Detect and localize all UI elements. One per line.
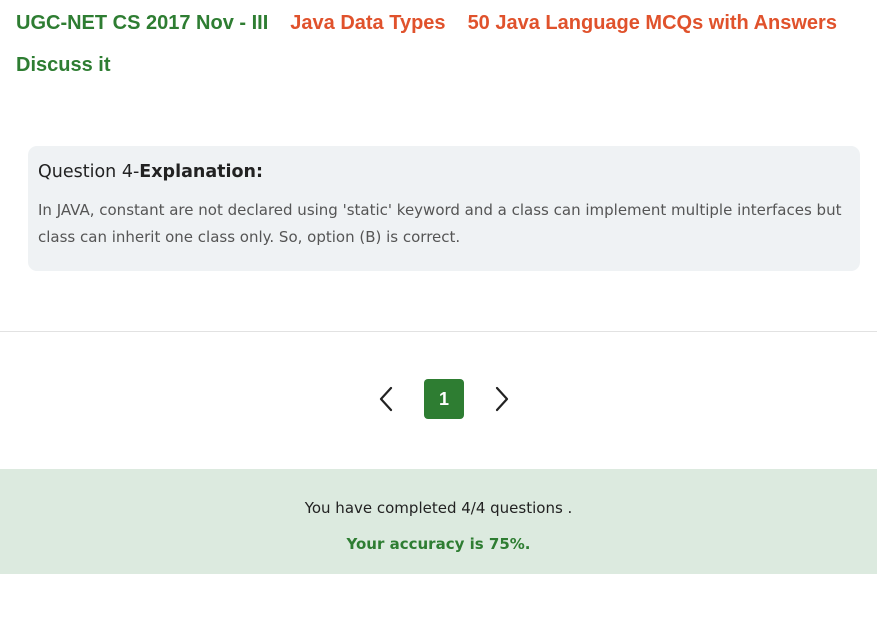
completed-text: You have completed 4/4 questions . bbox=[304, 499, 573, 517]
tag-line-primary: UGC-NET CS 2017 Nov - III Java Data Type… bbox=[16, 10, 866, 36]
question-label: Question 4- bbox=[38, 162, 140, 182]
chevron-right-icon bbox=[495, 386, 509, 412]
explanation-text: In JAVA, constant are not declared using… bbox=[38, 201, 842, 246]
explanation-panel: Question 4-Explanation: In JAVA, constan… bbox=[28, 146, 860, 271]
pagination: 1 bbox=[370, 379, 518, 419]
explanation-heading: Explanation: bbox=[139, 162, 263, 182]
explanation-title: Question 4-Explanation: bbox=[38, 160, 850, 184]
tag-bar: UGC-NET CS 2017 Nov - III Java Data Type… bbox=[16, 10, 866, 78]
tag-topic-link[interactable]: Java Data Types bbox=[290, 12, 445, 35]
next-page-button[interactable] bbox=[486, 379, 518, 419]
prev-page-button[interactable] bbox=[370, 379, 402, 419]
discuss-link[interactable]: Discuss it bbox=[16, 54, 110, 77]
result-panel: You have completed 4/4 questions . Your … bbox=[0, 469, 877, 574]
accuracy-text: Your accuracy is 75%. bbox=[346, 535, 531, 553]
page-1-button[interactable]: 1 bbox=[424, 379, 464, 419]
chevron-left-icon bbox=[379, 386, 393, 412]
tag-exam-link[interactable]: UGC-NET CS 2017 Nov - III bbox=[16, 12, 268, 35]
section-divider bbox=[0, 331, 877, 332]
tag-collection-link[interactable]: 50 Java Language MCQs with Answers bbox=[468, 12, 837, 35]
tag-line-secondary: Discuss it bbox=[16, 52, 866, 78]
